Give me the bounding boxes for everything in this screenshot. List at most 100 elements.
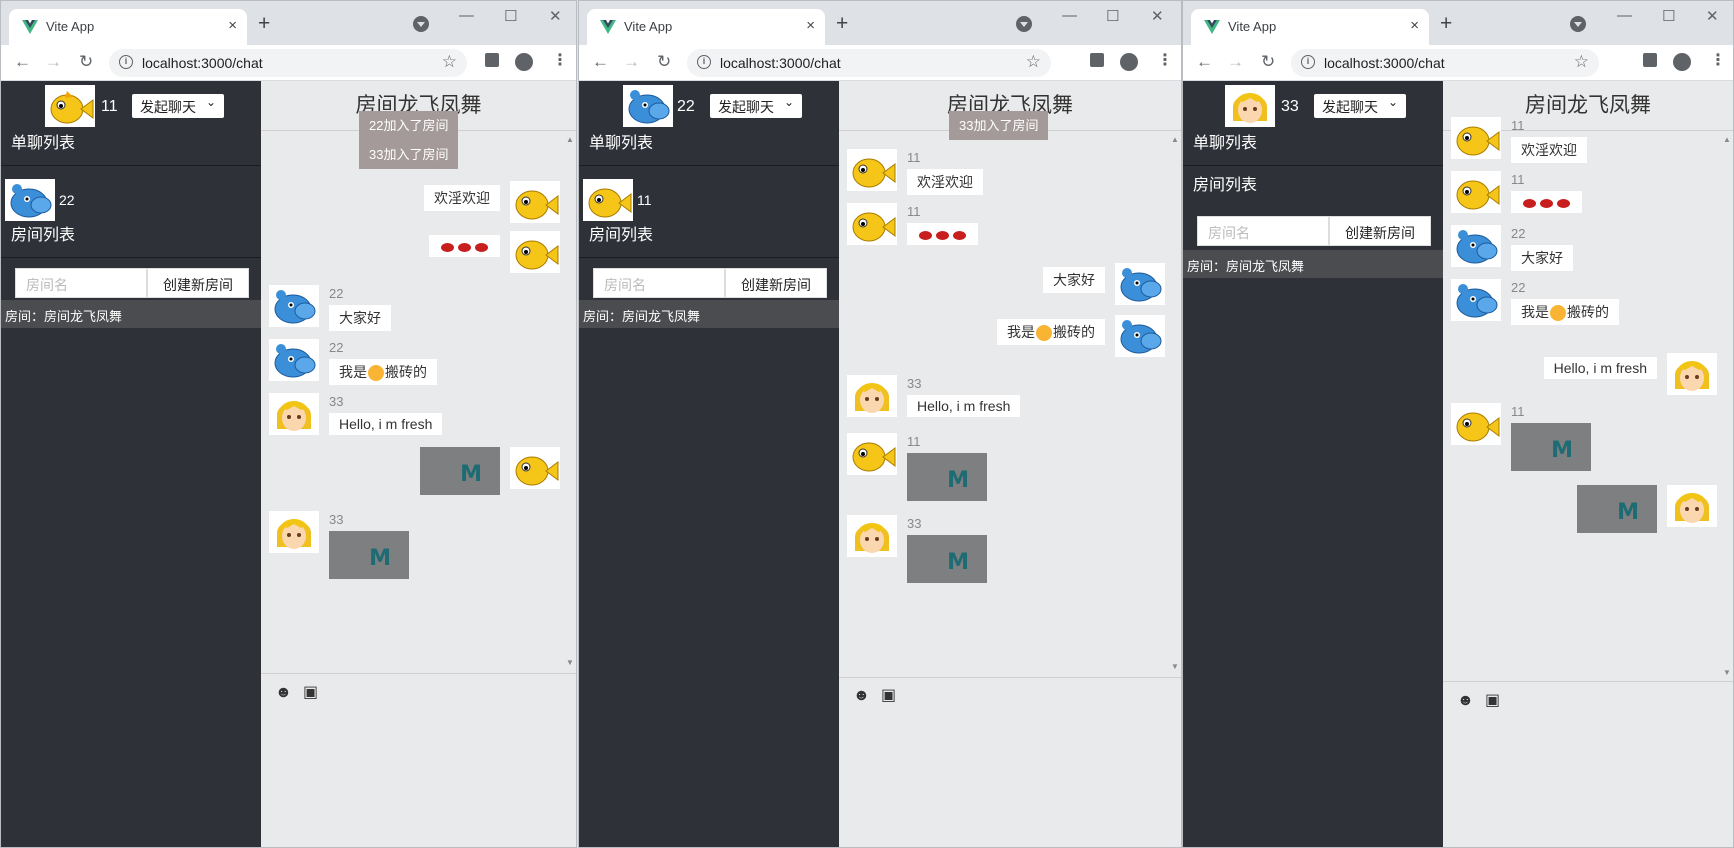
room-name-input[interactable]: 房间名 [593,268,725,298]
image-upload-icon[interactable]: ▣ [303,685,318,701]
site-info-icon[interactable]: i [119,55,133,69]
extensions-icon[interactable] [1643,53,1657,67]
new-tab-button[interactable]: + [1440,13,1452,34]
browser-tab[interactable]: Vite App × [587,9,825,45]
scroll-up-icon[interactable]: ▲ [566,135,574,144]
room-list-item[interactable]: 房间：房间龙飞凤舞 [1183,250,1443,278]
single-list-title: 单聊列表 [1193,135,1258,152]
maximize-icon[interactable]: ☐ [504,7,517,25]
forward-icon[interactable]: → [45,53,62,70]
message-bubble: 我是 搬砖的 [1511,299,1619,325]
message-input[interactable] [1443,717,1733,847]
new-tab-button[interactable]: + [258,13,270,34]
profile-icon[interactable] [1120,53,1138,71]
room-list-item[interactable]: 房间：房间龙飞凤舞 [1,300,261,328]
image-message[interactable]: M [907,453,987,501]
extensions-icon[interactable] [485,53,499,67]
emoji-picker-icon[interactable]: ☻ [853,688,870,704]
image-upload-icon[interactable]: ▣ [881,688,896,704]
start-chat-select[interactable]: 发起聊天 ⌄ [1314,94,1406,118]
tab-search-icon[interactable] [413,16,429,32]
minimize-icon[interactable]: — [1062,7,1077,24]
emoji-picker-icon[interactable]: ☻ [1457,693,1474,709]
address-bar[interactable]: i localhost:3000/chat ☆ [1291,49,1599,77]
profile-icon[interactable] [1673,53,1691,71]
close-window-icon[interactable]: ✕ [549,7,562,25]
menu-icon[interactable]: ⋮ [552,53,568,69]
reload-icon[interactable]: ↻ [657,53,671,70]
minimize-icon[interactable]: — [459,7,474,24]
message-row: 11 [1451,171,1717,217]
image-message[interactable]: M [907,535,987,583]
start-chat-select[interactable]: 发起聊天 ⌄ [710,94,802,118]
site-info-icon[interactable]: i [697,55,711,69]
message-scrollbar[interactable]: ▲ ▼ [1721,133,1733,679]
create-room-button[interactable]: 创建新房间 [1329,216,1431,246]
close-window-icon[interactable]: ✕ [1706,7,1719,25]
smile-emoji-icon [368,365,384,382]
image-message[interactable]: M [1511,423,1591,471]
back-icon[interactable]: ← [14,53,31,70]
close-window-icon[interactable]: ✕ [1151,7,1164,25]
message-bubble: Hello, i m fresh [907,395,1021,417]
tab-title: Vite App [46,19,95,34]
scroll-up-icon[interactable]: ▲ [1723,135,1731,144]
image-upload-icon[interactable]: ▣ [1485,693,1500,709]
message-scrollbar[interactable]: ▲ ▼ [564,133,576,669]
room-list-item[interactable]: 房间：房间龙飞凤舞 [579,300,839,328]
profile-icon[interactable] [515,53,533,71]
image-message[interactable]: M [329,531,409,579]
new-tab-button[interactable]: + [836,13,848,34]
room-name-input[interactable]: 房间名 [1197,216,1329,246]
maximize-icon[interactable]: ☐ [1662,7,1675,25]
create-room-button[interactable]: 创建新房间 [147,268,249,298]
scroll-down-icon[interactable]: ▼ [566,658,574,667]
forward-icon[interactable]: → [1227,53,1244,70]
tab-close-icon[interactable]: × [806,17,815,34]
message-scrollbar[interactable]: ▲ ▼ [1169,133,1181,673]
single-user-item[interactable]: 22 [5,179,245,225]
sender-name: 33 [907,516,922,531]
address-bar[interactable]: i localhost:3000/chat ☆ [109,49,467,77]
bookmark-star-icon[interactable]: ☆ [442,52,457,72]
reload-icon[interactable]: ↻ [79,53,93,70]
reload-icon[interactable]: ↻ [1261,53,1275,70]
lips-emoji-icon [475,242,488,252]
back-icon[interactable]: ← [592,53,609,70]
maximize-icon[interactable]: ☐ [1106,7,1119,25]
current-user-name: 11 [101,98,118,115]
single-user-item[interactable]: 11 [583,179,823,225]
site-info-icon[interactable]: i [1301,55,1315,69]
image-message[interactable]: M [420,447,500,495]
tab-close-icon[interactable]: × [228,17,237,34]
bookmark-star-icon[interactable]: ☆ [1026,52,1041,72]
browser-tab[interactable]: Vite App × [1191,9,1429,45]
menu-icon[interactable]: ⋮ [1157,53,1173,69]
forward-icon[interactable]: → [623,53,640,70]
message-input[interactable] [261,709,576,847]
scroll-down-icon[interactable]: ▼ [1723,668,1731,677]
bookmark-star-icon[interactable]: ☆ [1574,52,1589,72]
image-message[interactable]: M [1577,485,1657,533]
message-input[interactable] [839,713,1181,847]
tab-search-icon[interactable] [1570,16,1586,32]
back-icon[interactable]: ← [1196,53,1213,70]
fish-avatar-icon [45,85,95,127]
menu-icon[interactable]: ⋮ [1710,53,1726,69]
browser-tab[interactable]: Vite App × [9,9,247,45]
address-bar[interactable]: i localhost:3000/chat ☆ [687,49,1051,77]
message-row: 11 [847,203,1165,249]
room-name-input[interactable]: 房间名 [15,268,147,298]
scroll-up-icon[interactable]: ▲ [1171,135,1179,144]
tab-close-icon[interactable]: × [1410,17,1419,34]
emoji-message-bubble [429,235,500,257]
start-chat-select[interactable]: 发起聊天 ⌄ [132,94,224,118]
lips-emoji-icon [1540,198,1553,208]
minimize-icon[interactable]: — [1617,7,1632,24]
emoji-picker-icon[interactable]: ☻ [275,685,292,701]
create-room-button[interactable]: 创建新房间 [725,268,827,298]
extensions-icon[interactable] [1090,53,1104,67]
scroll-down-icon[interactable]: ▼ [1171,662,1179,671]
url-text: localhost:3000/chat [142,55,263,71]
tab-search-icon[interactable] [1016,16,1032,32]
